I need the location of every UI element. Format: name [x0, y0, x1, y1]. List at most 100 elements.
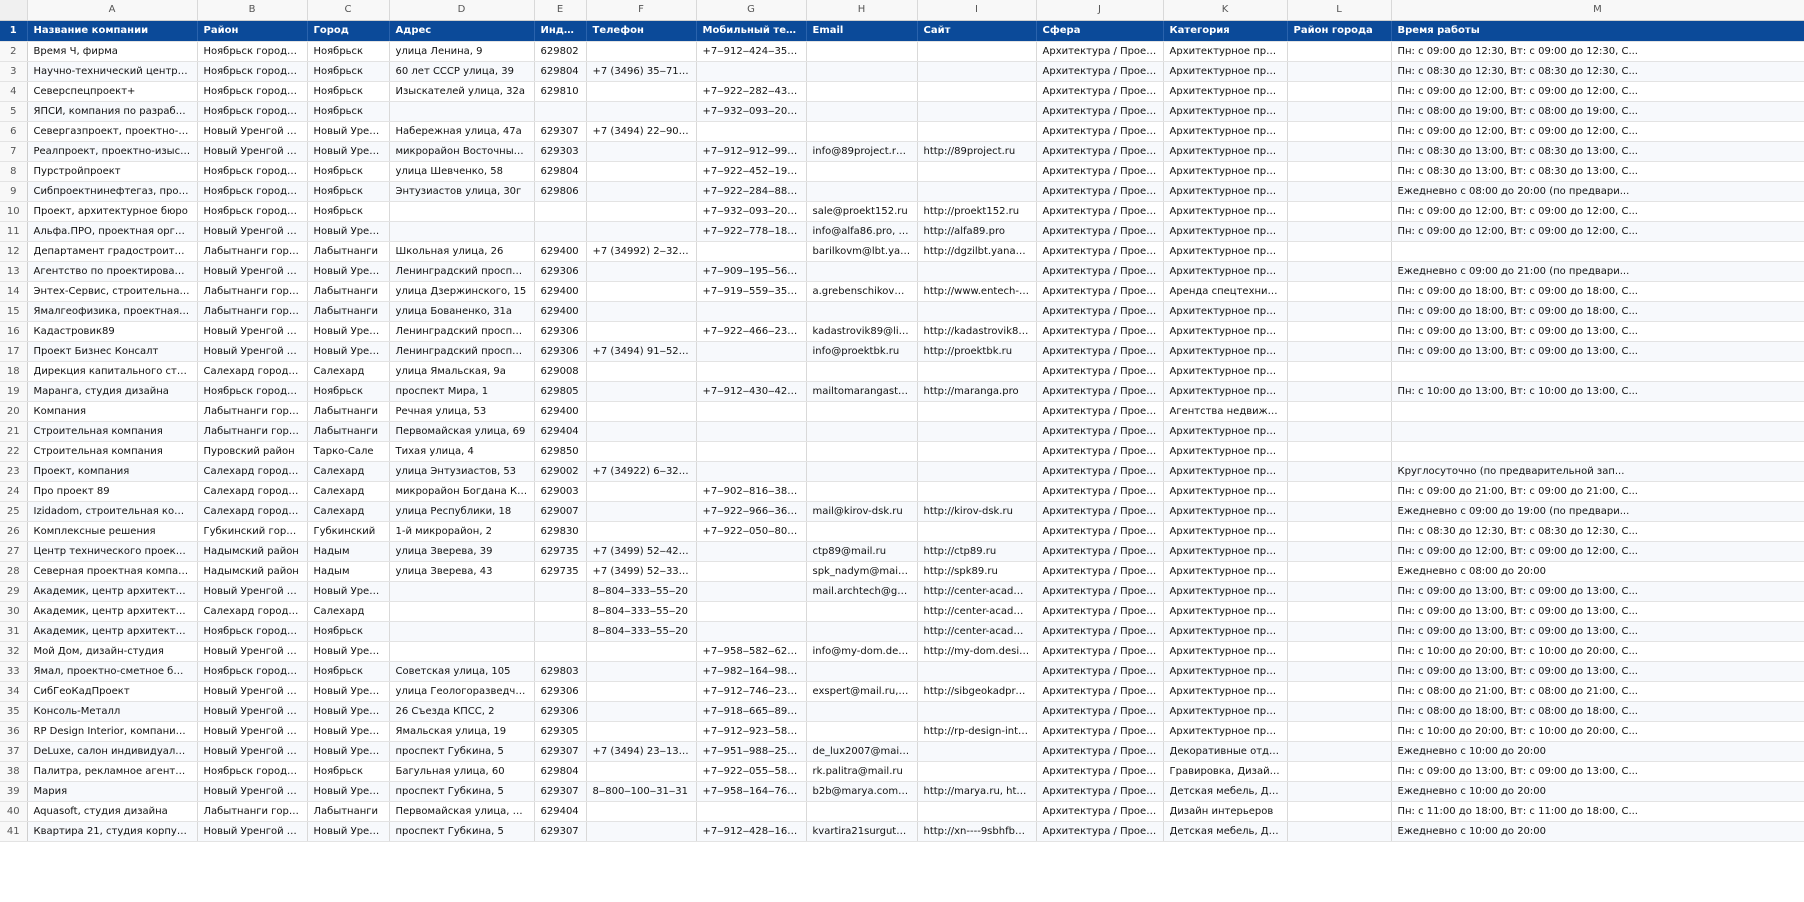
cell[interactable]: rk.palitra@mail.ru	[806, 761, 918, 782]
cell[interactable]: Новый Уренгой	[307, 221, 390, 242]
cell[interactable]: Архитектурное проектиро...	[1163, 561, 1288, 582]
cell[interactable]	[917, 121, 1037, 142]
cell[interactable]	[586, 161, 697, 182]
cell[interactable]	[534, 601, 587, 622]
cell[interactable]: Ежедневно с 10:00 до 20:00	[1391, 741, 1804, 762]
cell[interactable]: Лабытнанги городской...	[197, 801, 308, 822]
cell[interactable]	[917, 61, 1037, 82]
cell[interactable]	[586, 801, 697, 822]
cell[interactable]: Научно-технический центр Система, ...	[27, 61, 198, 82]
cell[interactable]	[806, 621, 918, 642]
cell[interactable]: Энтех-Сервис, строительная компания	[27, 281, 198, 302]
cell[interactable]: Пн: с 09:00 до 12:00, Вт: с 09:00 до 12:…	[1391, 81, 1804, 102]
cell[interactable]: Архитектура / Проектиров...	[1036, 181, 1164, 202]
row-number[interactable]: 11	[0, 221, 28, 242]
cell[interactable]: Новый Уренгой	[307, 321, 390, 342]
row-number[interactable]: 5	[0, 101, 28, 122]
cell[interactable]	[696, 241, 807, 262]
cell[interactable]: +7‒922‒466‒23‒11	[696, 321, 807, 342]
cell[interactable]: Пн: с 10:00 до 20:00, Вт: с 10:00 до 20:…	[1391, 721, 1804, 742]
cell[interactable]: Лабытнанги городской...	[197, 301, 308, 322]
row-number[interactable]: 24	[0, 481, 28, 502]
cell[interactable]: Ноябрьск городской о...	[197, 621, 308, 642]
cell[interactable]: http://kirov-dsk.ru	[917, 501, 1037, 522]
row-number[interactable]: 34	[0, 681, 28, 702]
cell[interactable]: Новый Уренгой	[307, 721, 390, 742]
cell[interactable]: Салехард	[307, 601, 390, 622]
cell[interactable]: Ноябрьск городской о...	[197, 61, 308, 82]
cell[interactable]	[534, 621, 587, 642]
cell[interactable]	[586, 701, 697, 722]
cell[interactable]: Багульная улица, 60	[389, 761, 535, 782]
cell[interactable]: Новый Уренгой городс...	[197, 721, 308, 742]
cell[interactable]: spk_nadym@mail.ru	[806, 561, 918, 582]
column-header-b[interactable]: B	[197, 0, 308, 21]
cell[interactable]	[1287, 441, 1392, 462]
cell[interactable]: Архитектурное проектиро...	[1163, 621, 1288, 642]
cell[interactable]: Архитектура / Проектиров...	[1036, 601, 1164, 622]
row-number[interactable]: 41	[0, 821, 28, 842]
cell[interactable]: Ноябрьск городской о...	[197, 101, 308, 122]
cell[interactable]: Новый Уренгой	[307, 581, 390, 602]
cell[interactable]	[534, 101, 587, 122]
cell[interactable]: Лабытнанги	[307, 241, 390, 262]
cell[interactable]: Архитектура / Проектиров...	[1036, 761, 1164, 782]
cell[interactable]: Архитектура / Проектиров...	[1036, 41, 1164, 62]
cell[interactable]: проспект Мира, 1	[389, 381, 535, 402]
cell[interactable]: +7‒922‒966‒36‒36	[696, 501, 807, 522]
cell[interactable]: Пн: с 09:00 до 13:00, Вт: с 09:00 до 13:…	[1391, 661, 1804, 682]
cell[interactable]: +7‒912‒430‒42‒14	[696, 381, 807, 402]
cell[interactable]: проспект Губкина, 5	[389, 781, 535, 802]
cell[interactable]: http://kadastrovik89.ru	[917, 321, 1037, 342]
cell[interactable]: Маранга, студия дизайна	[27, 381, 198, 402]
cell[interactable]: 60 лет СССР улица, 39	[389, 61, 535, 82]
header-district[interactable]: Район	[197, 20, 308, 42]
row-number[interactable]: 38	[0, 761, 28, 782]
cell[interactable]: http://alfa89.pro	[917, 221, 1037, 242]
cell[interactable]	[1391, 401, 1804, 422]
cell[interactable]: Декоративные отделочны...	[1163, 741, 1288, 762]
cell[interactable]: 629804	[534, 161, 587, 182]
cell[interactable]: Гравировка, Дизайн интер...	[1163, 761, 1288, 782]
cell[interactable]: Архитектурное проектиро...	[1163, 361, 1288, 382]
cell[interactable]: http://center-academic.ru,...	[917, 601, 1037, 622]
cell[interactable]: Архитектура / Проектиров...	[1036, 281, 1164, 302]
cell[interactable]: 629404	[534, 421, 587, 442]
cell[interactable]	[1287, 641, 1392, 662]
cell[interactable]	[806, 261, 918, 282]
cell[interactable]: Салехард городской о...	[197, 501, 308, 522]
cell[interactable]: Архитектура / Проектиров...	[1036, 801, 1164, 822]
cell[interactable]: микрорайон Восточный, 2/3	[389, 141, 535, 162]
cell[interactable]: Надым	[307, 541, 390, 562]
cell[interactable]: Архитектурное проектиро...	[1163, 461, 1288, 482]
cell[interactable]	[586, 201, 697, 222]
cell[interactable]	[917, 481, 1037, 502]
cell[interactable]	[917, 521, 1037, 542]
cell[interactable]: Ноябрьск городской о...	[197, 761, 308, 782]
cell[interactable]: 629805	[534, 381, 587, 402]
cell[interactable]: Архитектурное проектиро...	[1163, 541, 1288, 562]
cell[interactable]: +7 (3496) 35‒71‒48	[586, 61, 697, 82]
cell[interactable]: Пурстройпроект	[27, 161, 198, 182]
cell[interactable]: Губкинский городской...	[197, 521, 308, 542]
cell[interactable]: http://sibgeokadproekt.ru	[917, 681, 1037, 702]
row-number[interactable]: 15	[0, 301, 28, 322]
cell[interactable]: ctp89@mail.ru	[806, 541, 918, 562]
cell[interactable]: http://dgzilbt.yanao.ru	[917, 241, 1037, 262]
cell[interactable]: Новый Уренгой	[307, 141, 390, 162]
cell[interactable]: Салехард	[307, 501, 390, 522]
header-category[interactable]: Категория	[1163, 20, 1288, 42]
cell[interactable]: b2b@marya.com, o-min...	[806, 781, 918, 802]
cell[interactable]	[696, 121, 807, 142]
cell[interactable]: 629003	[534, 481, 587, 502]
cell[interactable]	[696, 581, 807, 602]
cell[interactable]: Пн: с 09:00 до 12:30, Вт: с 09:00 до 12:…	[1391, 41, 1804, 62]
cell[interactable]: Архитектурное проектиро...	[1163, 701, 1288, 722]
cell[interactable]: http://center-academic.ru,...	[917, 621, 1037, 642]
cell[interactable]: 629804	[534, 61, 587, 82]
cell[interactable]: Архитектура / Проектиров...	[1036, 81, 1164, 102]
cell[interactable]: 629810	[534, 81, 587, 102]
cell[interactable]: Ноябрьск городской о...	[197, 201, 308, 222]
cell[interactable]: 629850	[534, 441, 587, 462]
cell[interactable]	[534, 201, 587, 222]
